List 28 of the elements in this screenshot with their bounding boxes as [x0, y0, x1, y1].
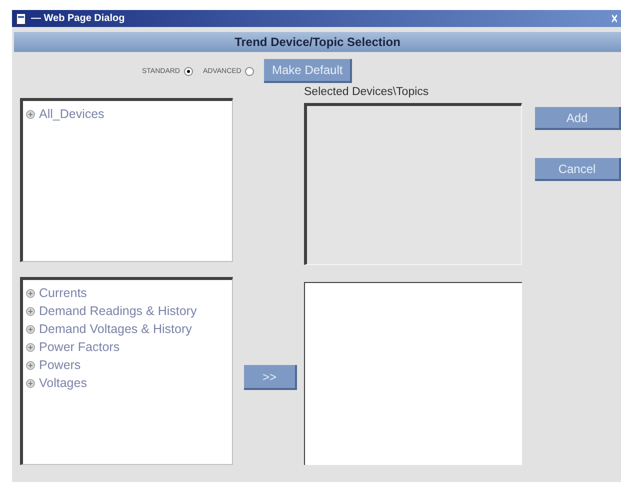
window-title: — Web Page Dialog — [31, 13, 126, 24]
tree-item[interactable]: Currents — [39, 286, 87, 300]
tree-item[interactable]: All_Devices — [39, 107, 104, 121]
topic-list[interactable]: Currents Demand Readings & History Demand Voltages & History Power Factors Powers Voltages — [20, 277, 233, 465]
tree-item[interactable]: Voltages — [39, 376, 87, 390]
make-default-button[interactable]: Make Default — [264, 59, 352, 83]
expand-icon[interactable] — [26, 342, 35, 352]
expand-icon[interactable] — [26, 306, 35, 316]
expand-icon[interactable] — [26, 288, 35, 298]
expand-icon[interactable] — [26, 110, 35, 118]
add-topic-button[interactable]: >> — [244, 365, 297, 390]
radio-button[interactable] — [184, 66, 193, 76]
radio-button[interactable] — [245, 66, 254, 76]
tree-item[interactable]: Power Factors — [39, 340, 120, 354]
tree-item[interactable]: Powers — [39, 358, 81, 372]
selected-label: Selected Devices\Topics — [304, 86, 430, 100]
header-title: Trend Device/Topic Selection — [234, 35, 400, 49]
tree-item[interactable]: Demand Readings & History — [39, 304, 197, 318]
selected-devices-list[interactable] — [304, 103, 522, 265]
expand-icon[interactable] — [26, 324, 35, 334]
tree-item[interactable]: Demand Voltages & History — [39, 322, 192, 336]
dialog-button[interactable]: Add — [535, 107, 621, 130]
device-list[interactable]: All_Devices — [20, 98, 233, 262]
close-icon[interactable] — [612, 14, 617, 23]
dialog-button[interactable]: Cancel — [535, 158, 621, 181]
expand-icon[interactable] — [26, 378, 35, 388]
expand-icon[interactable] — [26, 360, 35, 370]
window-icon — [16, 12, 26, 24]
